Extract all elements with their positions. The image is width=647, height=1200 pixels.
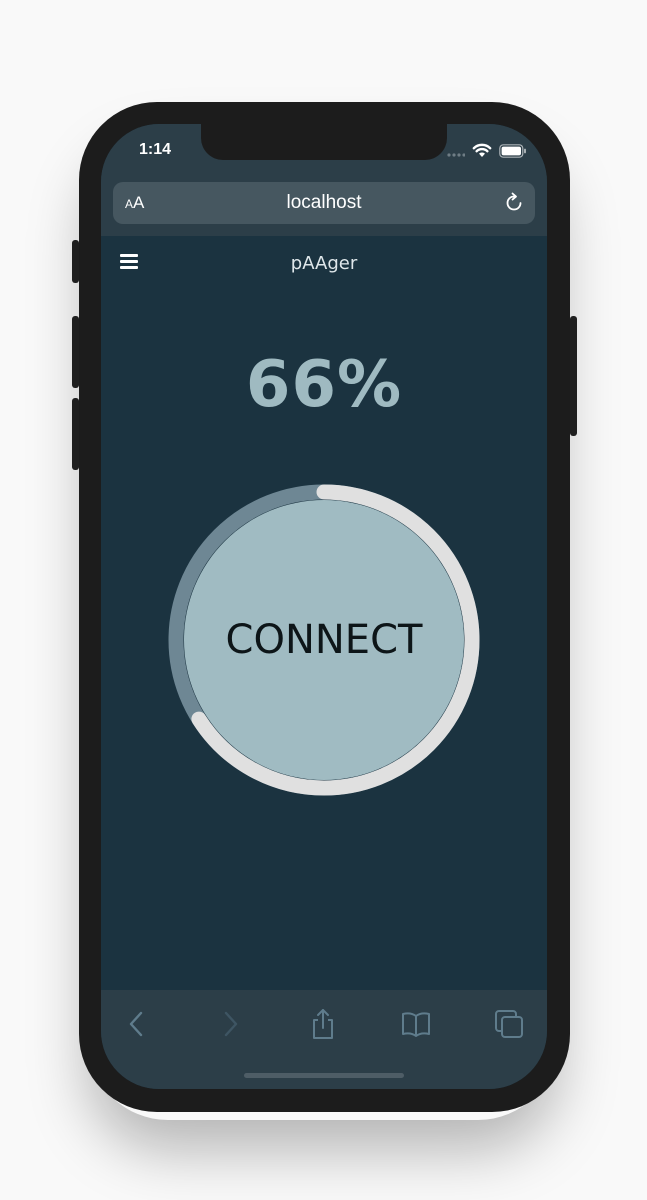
- signal-icon: [447, 143, 466, 162]
- chevron-left-icon[interactable]: [119, 1008, 155, 1040]
- app-title: pAAger: [290, 253, 358, 274]
- connect-button-label: CONNECT: [225, 617, 423, 663]
- volume-down-button: [72, 398, 79, 470]
- tabs-icon[interactable]: [491, 1008, 527, 1040]
- browser-address-bar: AA localhost: [101, 180, 547, 236]
- progress-percent: 66%: [245, 348, 403, 422]
- url-text: localhost: [286, 192, 362, 213]
- book-icon[interactable]: [398, 1008, 434, 1040]
- chevron-right-icon[interactable]: [212, 1008, 248, 1040]
- app-content: pAAger 66% CONNECT: [101, 236, 547, 990]
- browser-toolbar: [101, 990, 547, 1089]
- connect-button[interactable]: CONNECT: [184, 500, 464, 780]
- battery-icon: [499, 143, 527, 162]
- phone-screen: 1:14 AA localhost pAAger 66% CONNECT: [101, 124, 547, 1089]
- wifi-icon: [472, 143, 492, 162]
- status-icons: [447, 143, 527, 162]
- home-indicator: [244, 1073, 404, 1078]
- notch: [201, 124, 447, 160]
- mute-switch: [72, 240, 79, 283]
- power-button: [570, 316, 577, 436]
- url-field[interactable]: AA localhost: [113, 182, 535, 224]
- status-time: 1:14: [139, 141, 172, 158]
- volume-up-button: [72, 316, 79, 388]
- share-icon[interactable]: [305, 1008, 341, 1040]
- reload-icon[interactable]: [503, 192, 525, 218]
